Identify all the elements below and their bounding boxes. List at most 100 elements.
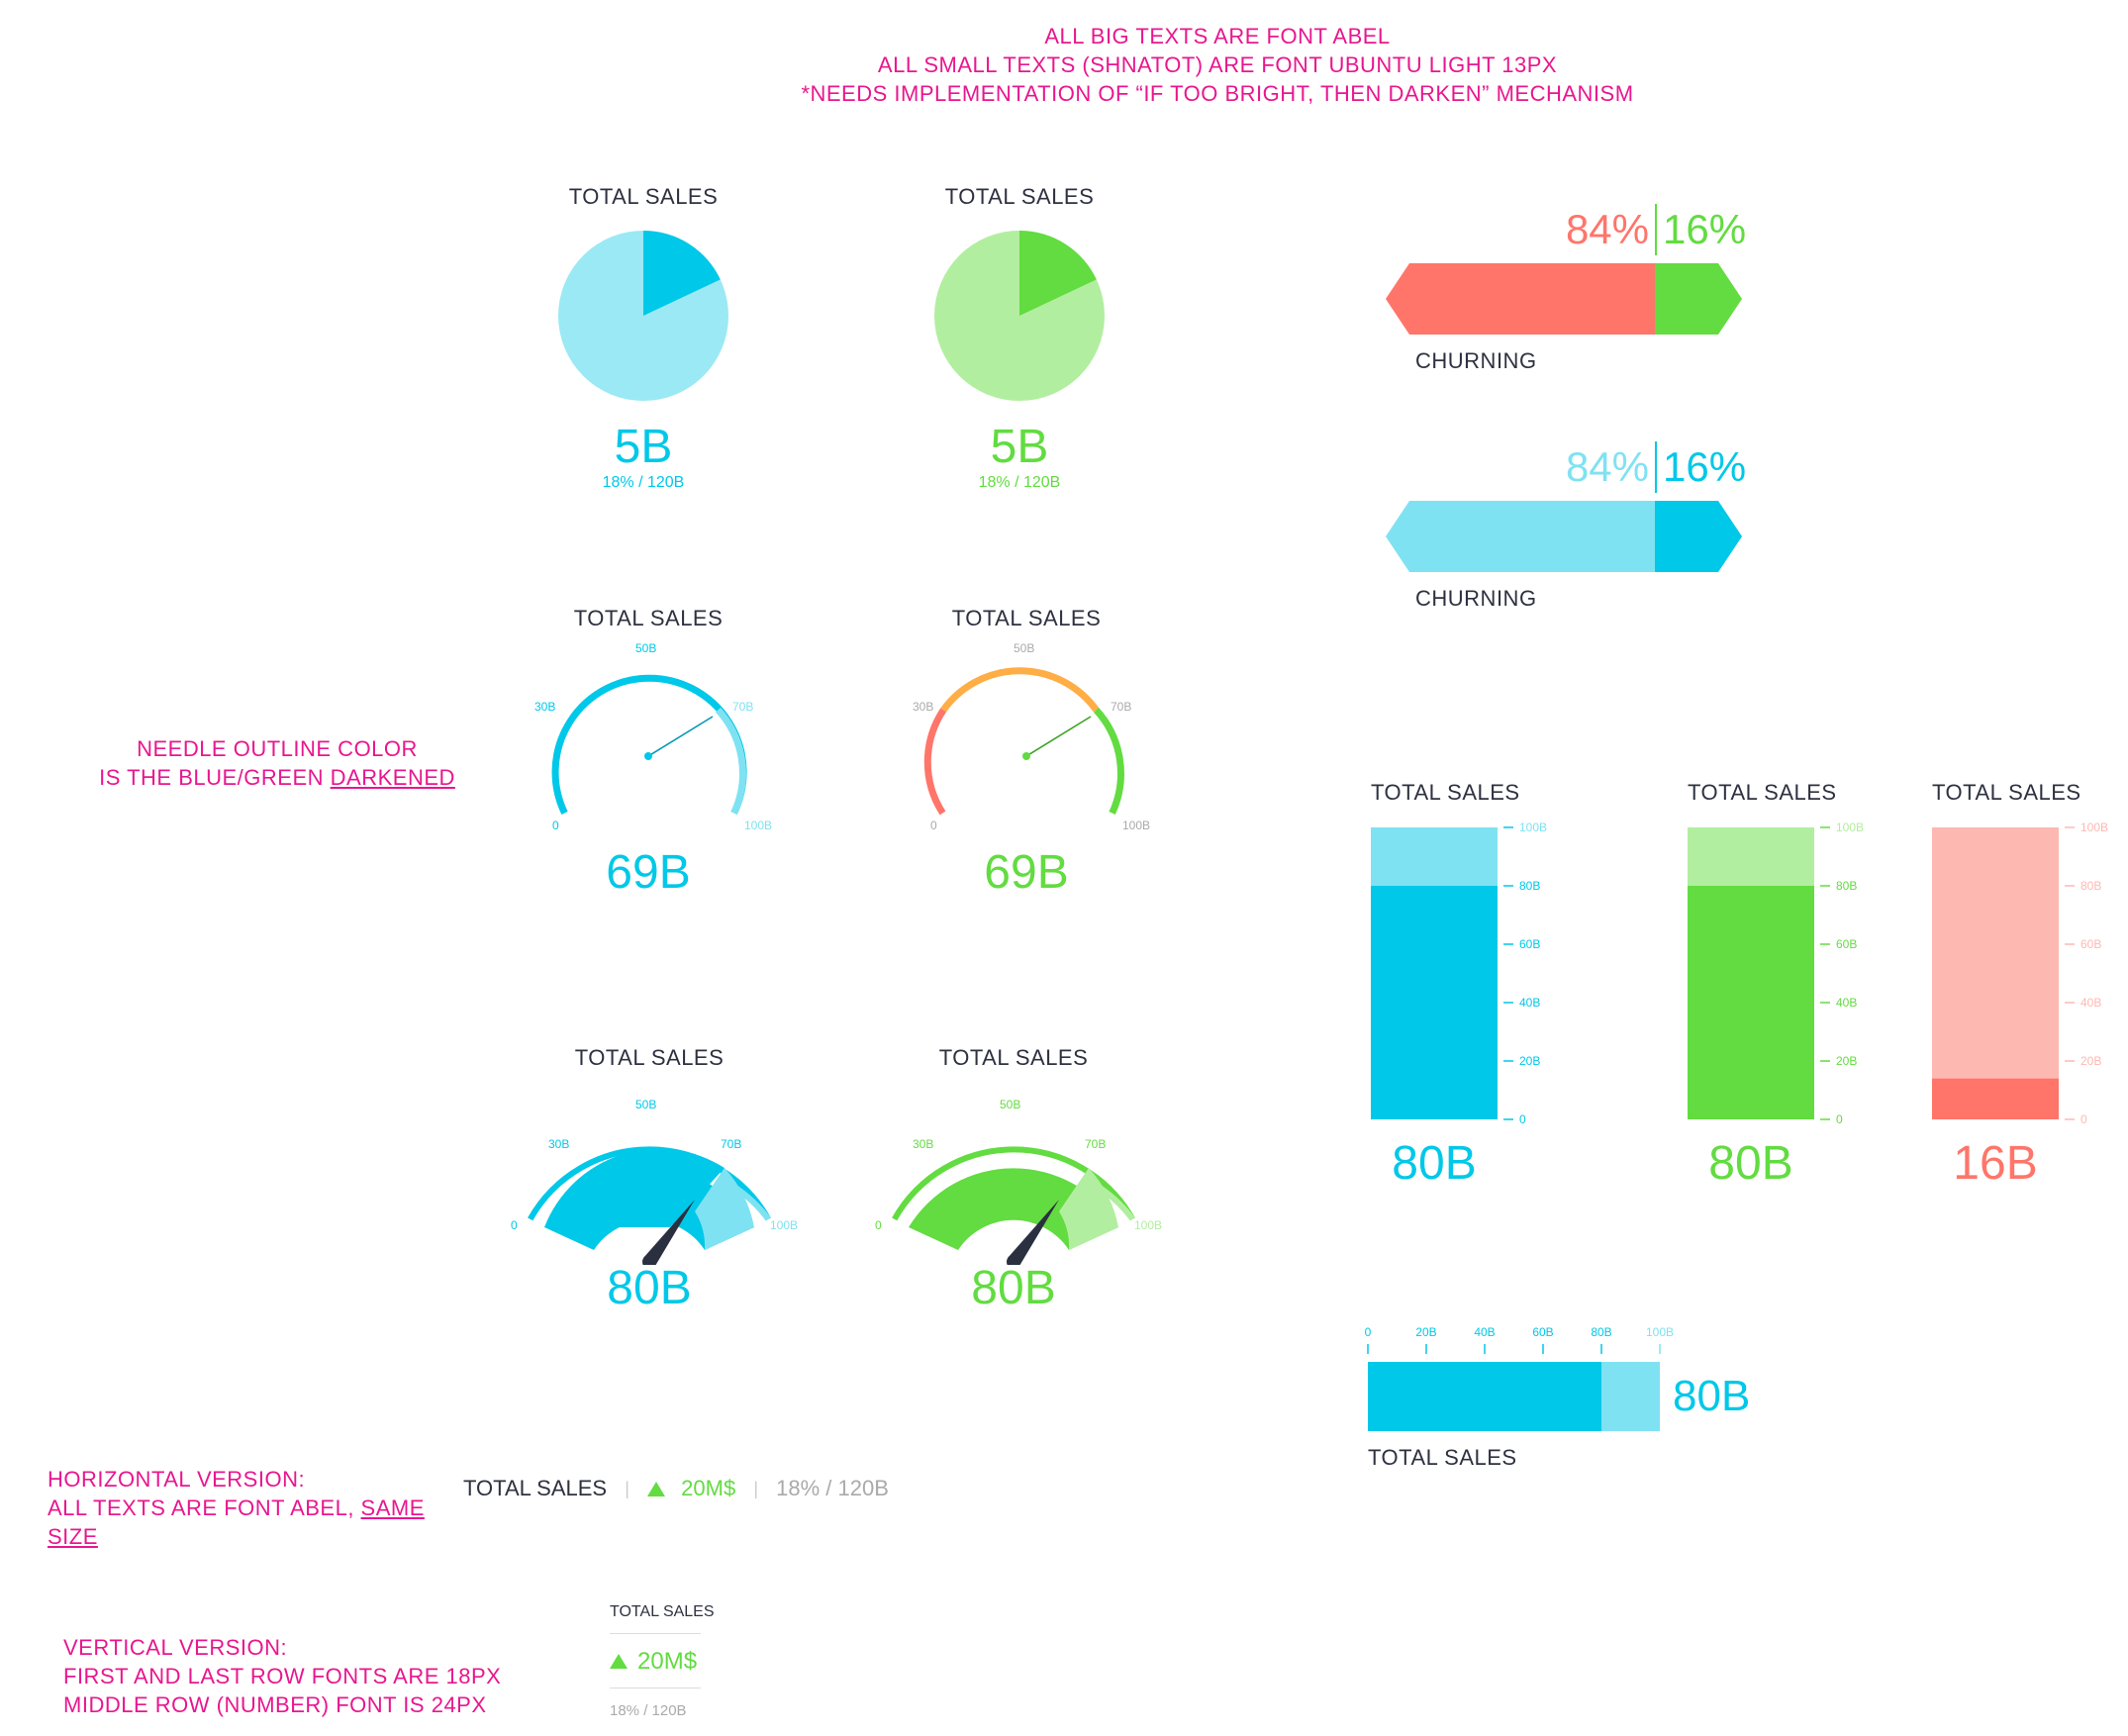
- speedometer-green[interactable]: TOTAL SALES 0 30B 50B 70B 100B 80B: [865, 1045, 1162, 1315]
- axis-tick-label: 0: [2080, 1112, 2087, 1126]
- widget-value: 80B: [1708, 1137, 1793, 1190]
- kpi-divider: |: [625, 1478, 629, 1498]
- gauge-tick-label: 100B: [1134, 1218, 1162, 1232]
- gauge-tick-label: 50B: [1000, 1098, 1020, 1111]
- axis-tick-label: 0: [1836, 1112, 1843, 1126]
- churning-arrow: [1386, 263, 1742, 335]
- speedometer: 0 30B 50B 70B 100B: [875, 1098, 1162, 1265]
- vertical-bar-chart: 100B 80B 60B 40B 20B 0: [1371, 820, 1547, 1126]
- widget-value: 80B: [1673, 1372, 1751, 1420]
- kpi-title: TOTAL SALES: [610, 1603, 715, 1634]
- gauge-arc: [551, 674, 747, 816]
- gauge-arc-red: [923, 708, 947, 816]
- triangle-up-icon: [610, 1654, 628, 1669]
- widget-title: TOTAL SALES: [574, 1045, 725, 1070]
- axis-tick-label: 80B: [1836, 879, 1857, 893]
- gauge-tick-label: 100B: [770, 1218, 798, 1232]
- axis-tick-label: 100B: [1519, 820, 1547, 834]
- widget-value: 80B: [607, 1262, 692, 1314]
- gauge-tick-label: 50B: [635, 1098, 656, 1111]
- axis-tick-label: 60B: [1532, 1325, 1553, 1339]
- spec-note-horizontal: HORIZONTAL VERSION: ALL TEXTS ARE FONT A…: [48, 1465, 463, 1551]
- churning-arrow-right: [1655, 501, 1742, 572]
- widget-title: TOTAL SALES: [1368, 1445, 1517, 1470]
- churning-divider: [1655, 441, 1657, 493]
- pie-widget-blue[interactable]: TOTAL SALES 5B 18% / 120B: [534, 184, 752, 492]
- widget-subtext: 18% / 120B: [602, 474, 685, 491]
- horizontal-kpi[interactable]: TOTAL SALES | 20M$ | 18% / 120B: [463, 1475, 889, 1501]
- churning-label: CHURNING: [1415, 348, 1537, 373]
- arc-gauge-multicolor[interactable]: TOTAL SALES 0 30B 50B 70B 100B 69B: [903, 606, 1150, 900]
- vertical-bar-green[interactable]: TOTAL SALES 100B 80B 60B 40B 20B 0 80B: [1688, 780, 1915, 1191]
- vertical-bar-red[interactable]: TOTAL SALES 100B 80B 60B 40B 20B 0 16B: [1932, 780, 2120, 1191]
- churning-widget-blue[interactable]: 84% 16% CHURNING: [1386, 435, 1746, 614]
- vertical-bar-chart: 100B 80B 60B 40B 20B 0: [1932, 820, 2108, 1126]
- gauge-tick-label: 30B: [913, 700, 933, 714]
- triangle-up-icon: [647, 1481, 666, 1496]
- widget-value: 5B: [614, 421, 673, 473]
- pie-widget-green[interactable]: TOTAL SALES 5B 18% / 120B: [911, 184, 1128, 492]
- gauge-needle-hub: [644, 752, 652, 760]
- churning-arrow-left: [1386, 263, 1655, 335]
- spec-note-line: HORIZONTAL VERSION:: [48, 1467, 306, 1492]
- churning-arrow-left: [1386, 501, 1655, 572]
- speedometer-blue[interactable]: TOTAL SALES 0 30B 50B 70B 100B 80B: [501, 1045, 798, 1315]
- widget-subtext: 18% / 120B: [978, 474, 1061, 491]
- axis-tick-label: 40B: [1836, 996, 1857, 1010]
- kpi-value-row: 20M$: [610, 1634, 701, 1688]
- pie-chart: [934, 231, 1105, 401]
- horizontal-bar-widget[interactable]: 0 20B 40B 60B 80B 100B 80B TOTAL SALES: [1364, 1322, 1780, 1471]
- axis-tick-label: 60B: [1519, 937, 1540, 951]
- spec-note-line: VERTICAL VERSION:: [63, 1635, 288, 1660]
- gauge-tick-label: 70B: [721, 1137, 741, 1151]
- widget-title: TOTAL SALES: [951, 606, 1102, 630]
- gauge-tick-label: 100B: [1122, 819, 1150, 832]
- axis-tick-label: 60B: [1836, 937, 1857, 951]
- gauge-tick-label: 0: [511, 1218, 518, 1232]
- axis-tick-label: 80B: [1591, 1325, 1611, 1339]
- spec-note-text: IS THE BLUE/GREEN: [99, 765, 331, 790]
- churning-right-percent: 16%: [1663, 443, 1747, 490]
- kpi-subtext: 18% / 120B: [776, 1476, 889, 1501]
- vertical-kpi[interactable]: TOTAL SALES 20M$ 18% / 120B: [610, 1603, 715, 1719]
- churning-widget-red-green[interactable]: 84% 16% CHURNING: [1386, 198, 1746, 376]
- axis-tick-label: 20B: [1415, 1325, 1436, 1339]
- axis-tick-label: 20B: [1519, 1054, 1540, 1068]
- spec-note-text: ALL TEXTS ARE FONT ABEL,: [48, 1495, 361, 1520]
- axis-tick-label: 40B: [2080, 996, 2101, 1010]
- gauge-tick-label: 70B: [1085, 1137, 1106, 1151]
- axis-tick-label: 100B: [2080, 820, 2108, 834]
- widget-title: TOTAL SALES: [938, 1045, 1089, 1070]
- gauge-tick-label: 50B: [635, 641, 656, 655]
- horizontal-bar-chart: 0 20B 40B 60B 80B 100B: [1365, 1325, 1674, 1431]
- gauge-needle: [1025, 716, 1092, 757]
- bar-fill: [1932, 1078, 2059, 1119]
- churning-arrow-right: [1655, 263, 1742, 335]
- speedometer: 0 30B 50B 70B 100B: [511, 1098, 798, 1265]
- gauge-tick-label: 30B: [548, 1137, 569, 1151]
- spec-note-top: ALL BIG TEXTS ARE FONT ABEL ALL SMALL TE…: [792, 22, 1643, 108]
- widget-value: 5B: [990, 421, 1049, 473]
- gauge-tick-label: 50B: [1014, 641, 1034, 655]
- axis-tick-label: 60B: [2080, 937, 2101, 951]
- axis-tick-label: 80B: [2080, 879, 2101, 893]
- axis-tick-label: 40B: [1519, 996, 1540, 1010]
- churning-left-percent: 84%: [1565, 206, 1649, 252]
- kpi-subtext: 18% / 120B: [610, 1702, 687, 1719]
- axis-tick-label: 80B: [1519, 879, 1540, 893]
- churning-right-percent: 16%: [1663, 206, 1747, 252]
- gauge-tick-label: 0: [875, 1218, 882, 1232]
- vertical-bar-blue[interactable]: TOTAL SALES 100B 80B 60B 40B 20B 0 80B: [1371, 780, 1598, 1191]
- widget-value: 80B: [971, 1262, 1056, 1314]
- kpi-divider: |: [753, 1478, 759, 1498]
- arc-gauge-blue[interactable]: TOTAL SALES 0 30B 50B 70B 100B 69B: [525, 606, 772, 900]
- spec-note-line: NEEDLE OUTLINE COLOR: [137, 736, 418, 761]
- spec-note-line: MIDDLE ROW (NUMBER) FONT IS 24PX: [63, 1692, 487, 1717]
- spec-note-line: ALL TEXTS ARE FONT ABEL, SAME SIZE: [48, 1494, 463, 1551]
- gauge-tick-label: 0: [930, 819, 937, 832]
- widget-value: 16B: [1953, 1137, 2038, 1190]
- arc-gauge: 0 30B 50B 70B 100B: [913, 641, 1150, 832]
- widget-title: TOTAL SALES: [1932, 780, 2081, 805]
- bar-fill: [1688, 886, 1814, 1119]
- axis-tick-label: 20B: [2080, 1054, 2101, 1068]
